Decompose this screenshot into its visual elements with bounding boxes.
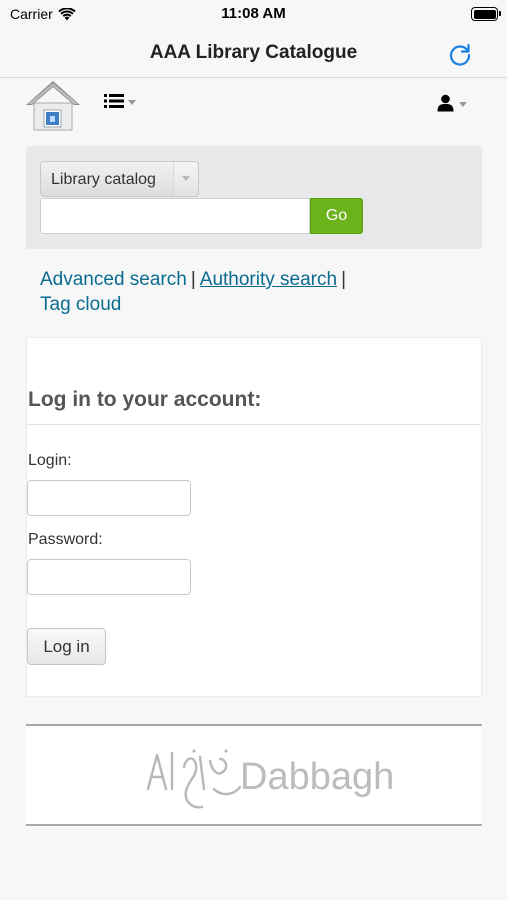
login-button[interactable]: Log in [27,628,106,665]
footer-divider [26,724,482,726]
link-separator: | [341,269,346,290]
user-menu-button[interactable] [437,94,467,112]
list-menu-button[interactable] [104,93,136,109]
login-panel: Log in to your account: Login: Password:… [26,337,482,697]
password-label: Password: [28,531,103,548]
caret-down-icon [128,99,136,105]
tag-cloud-link[interactable]: Tag cloud [40,294,121,315]
authority-search-link[interactable]: Authority search [200,269,337,290]
password-field[interactable] [27,559,191,595]
login-heading: Log in to your account: [28,388,262,411]
web-content: Library catalog Go Advanced search | Autho… [0,79,507,900]
footer-divider [26,824,482,826]
link-separator: | [190,269,196,290]
login-field[interactable] [27,480,191,516]
catalog-select-label: Library catalog [51,171,156,188]
refresh-icon[interactable] [447,42,473,68]
footer-logo: Dabbagh [26,727,482,827]
nav-title: AAA Library Catalogue [149,42,358,63]
divider [27,424,481,425]
advanced-search-link[interactable]: Advanced search [40,269,187,290]
user-icon [437,94,454,112]
chevron-down-icon [173,162,198,196]
search-input[interactable] [40,198,310,234]
aldabbagh-logo: Dabbagh [146,749,394,809]
home-icon[interactable] [24,79,82,133]
status-bar: Carrier 11:08 AM [0,0,507,30]
status-time: 11:08 AM [221,5,286,22]
nav-bar: AAA Library Catalogue [0,30,507,78]
go-button[interactable]: Go [310,198,363,234]
logo-wordmark: Dabbagh [240,756,394,798]
catalog-select[interactable]: Library catalog [40,161,199,197]
search-box: Library catalog Go [26,146,482,249]
battery-icon [471,7,501,21]
caret-down-icon [459,101,467,107]
search-links: Advanced search | Authority search | Tag cl… [40,267,460,317]
list-icon [104,94,124,108]
login-label: Login: [28,452,72,469]
